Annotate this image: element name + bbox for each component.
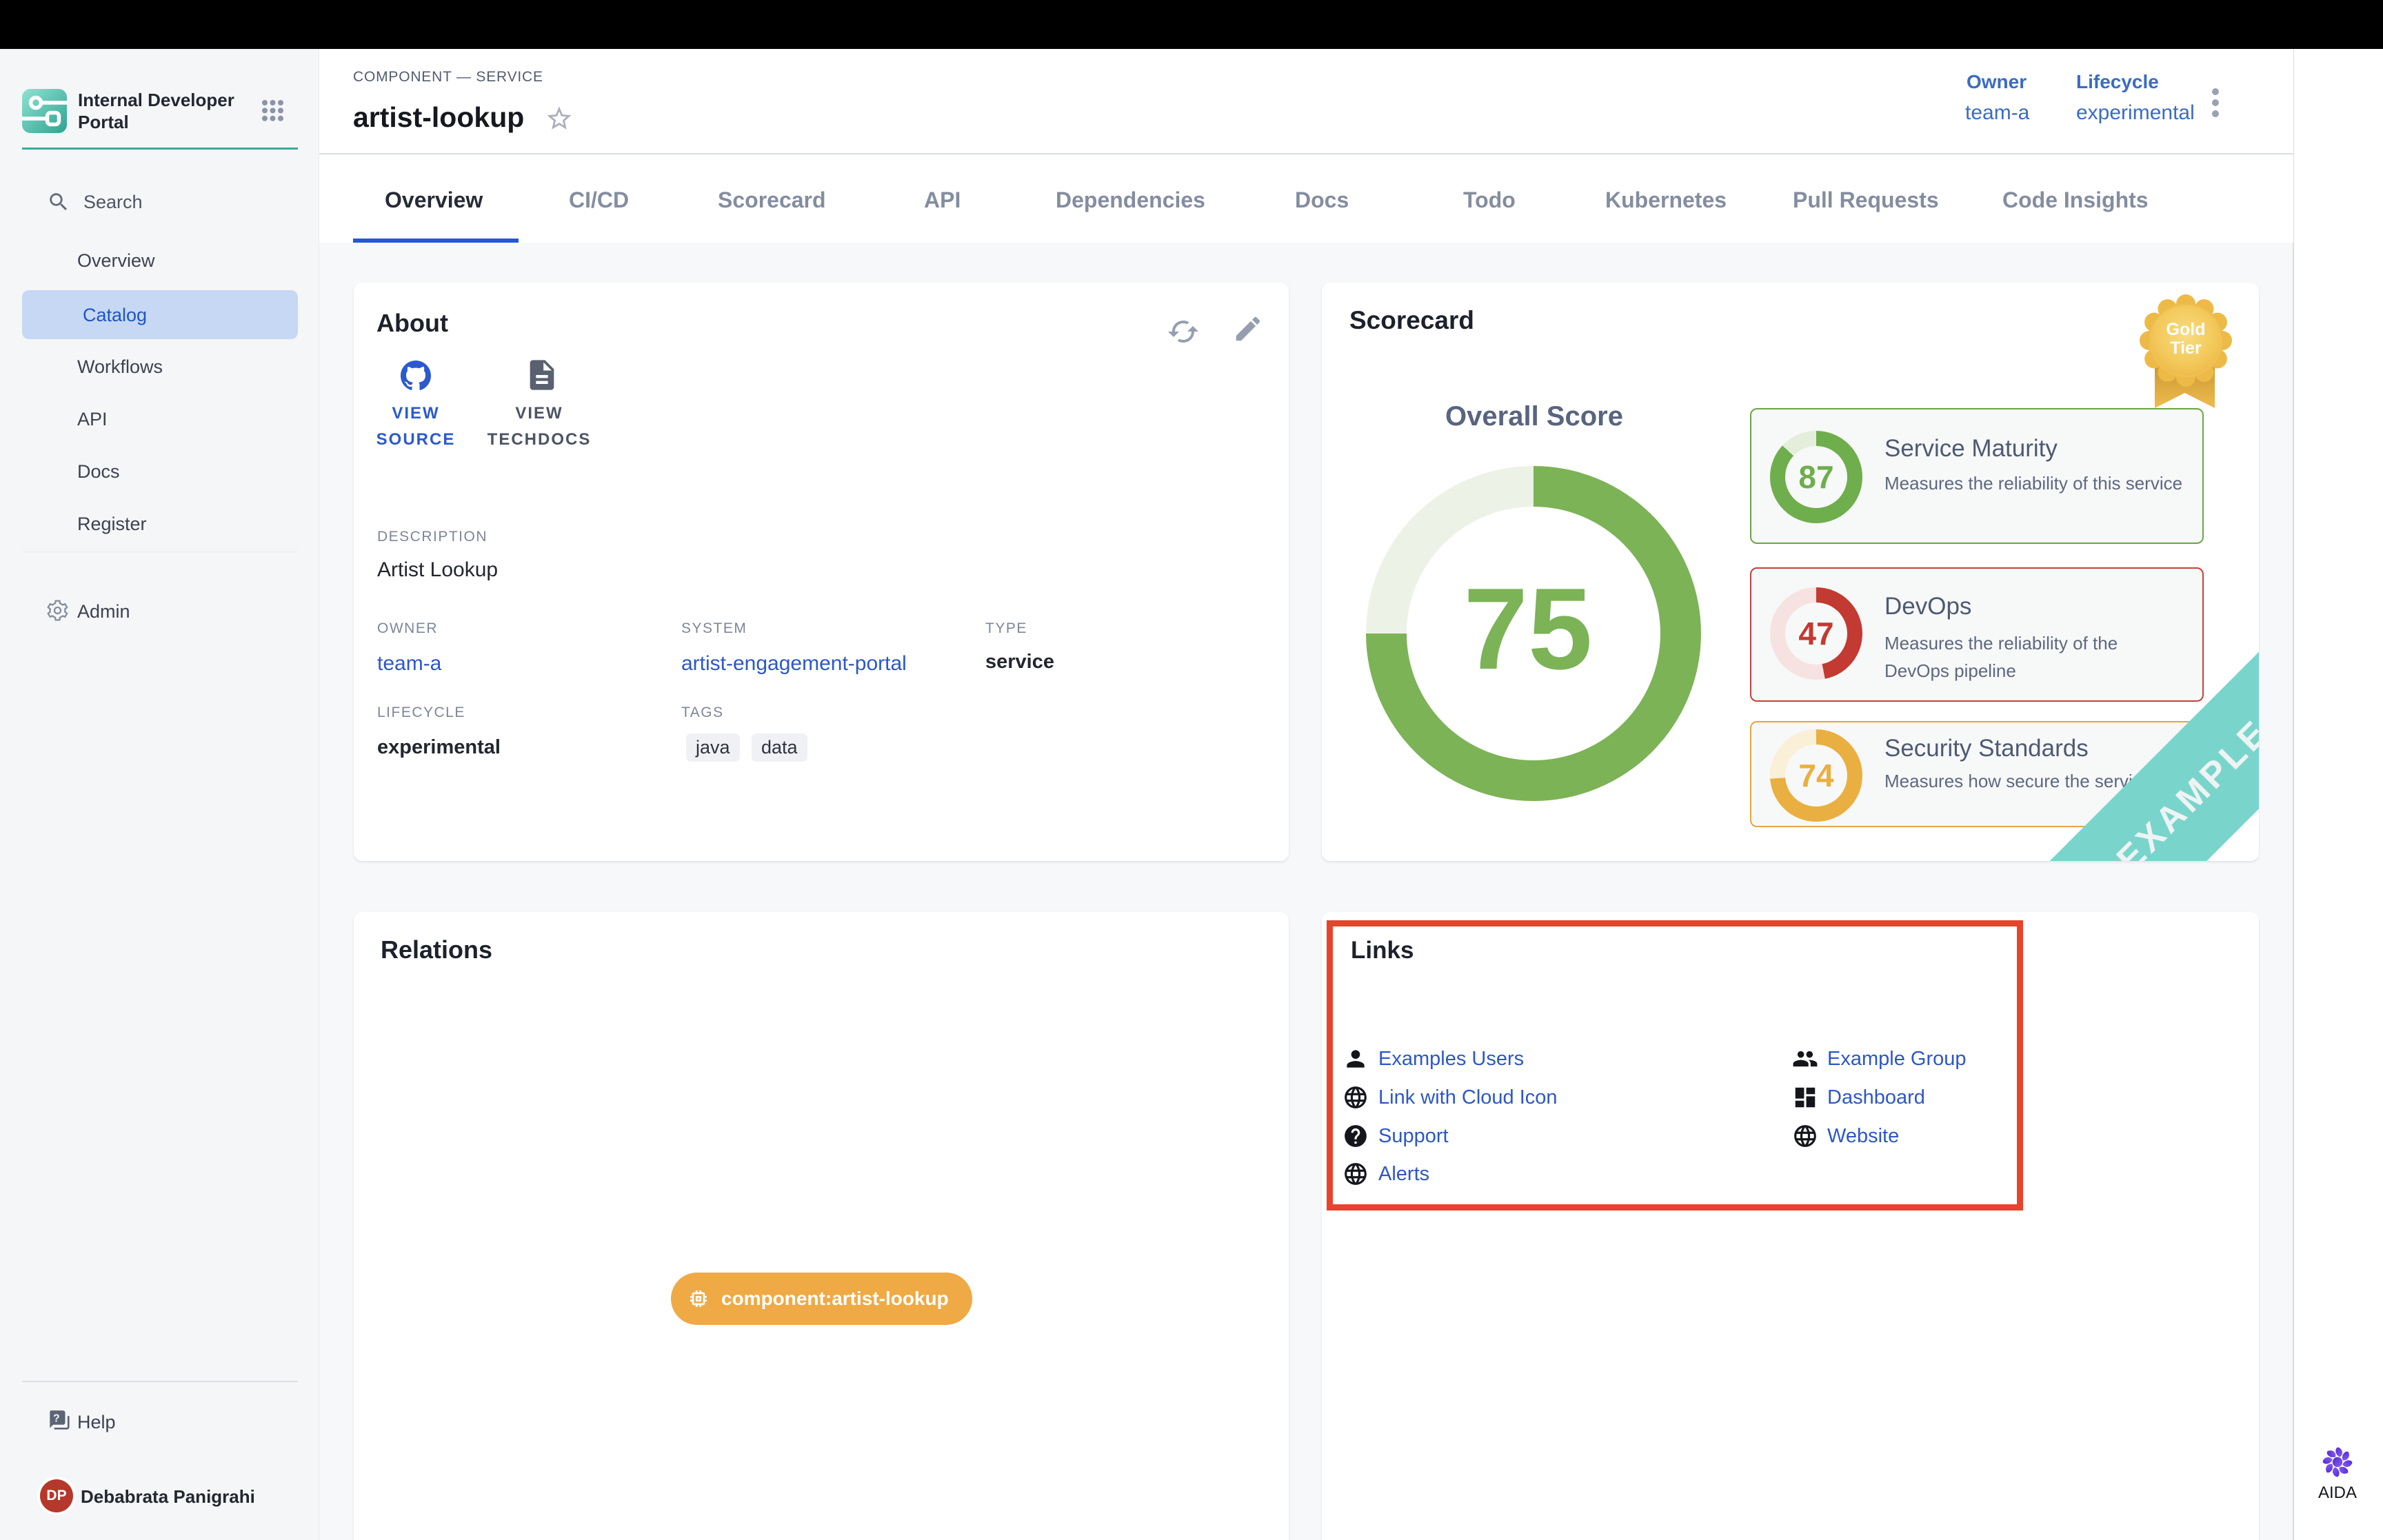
svg-text:Tier: Tier <box>2170 338 2202 358</box>
svg-text:Gold: Gold <box>2166 320 2206 339</box>
svg-text:?: ? <box>53 1413 60 1425</box>
